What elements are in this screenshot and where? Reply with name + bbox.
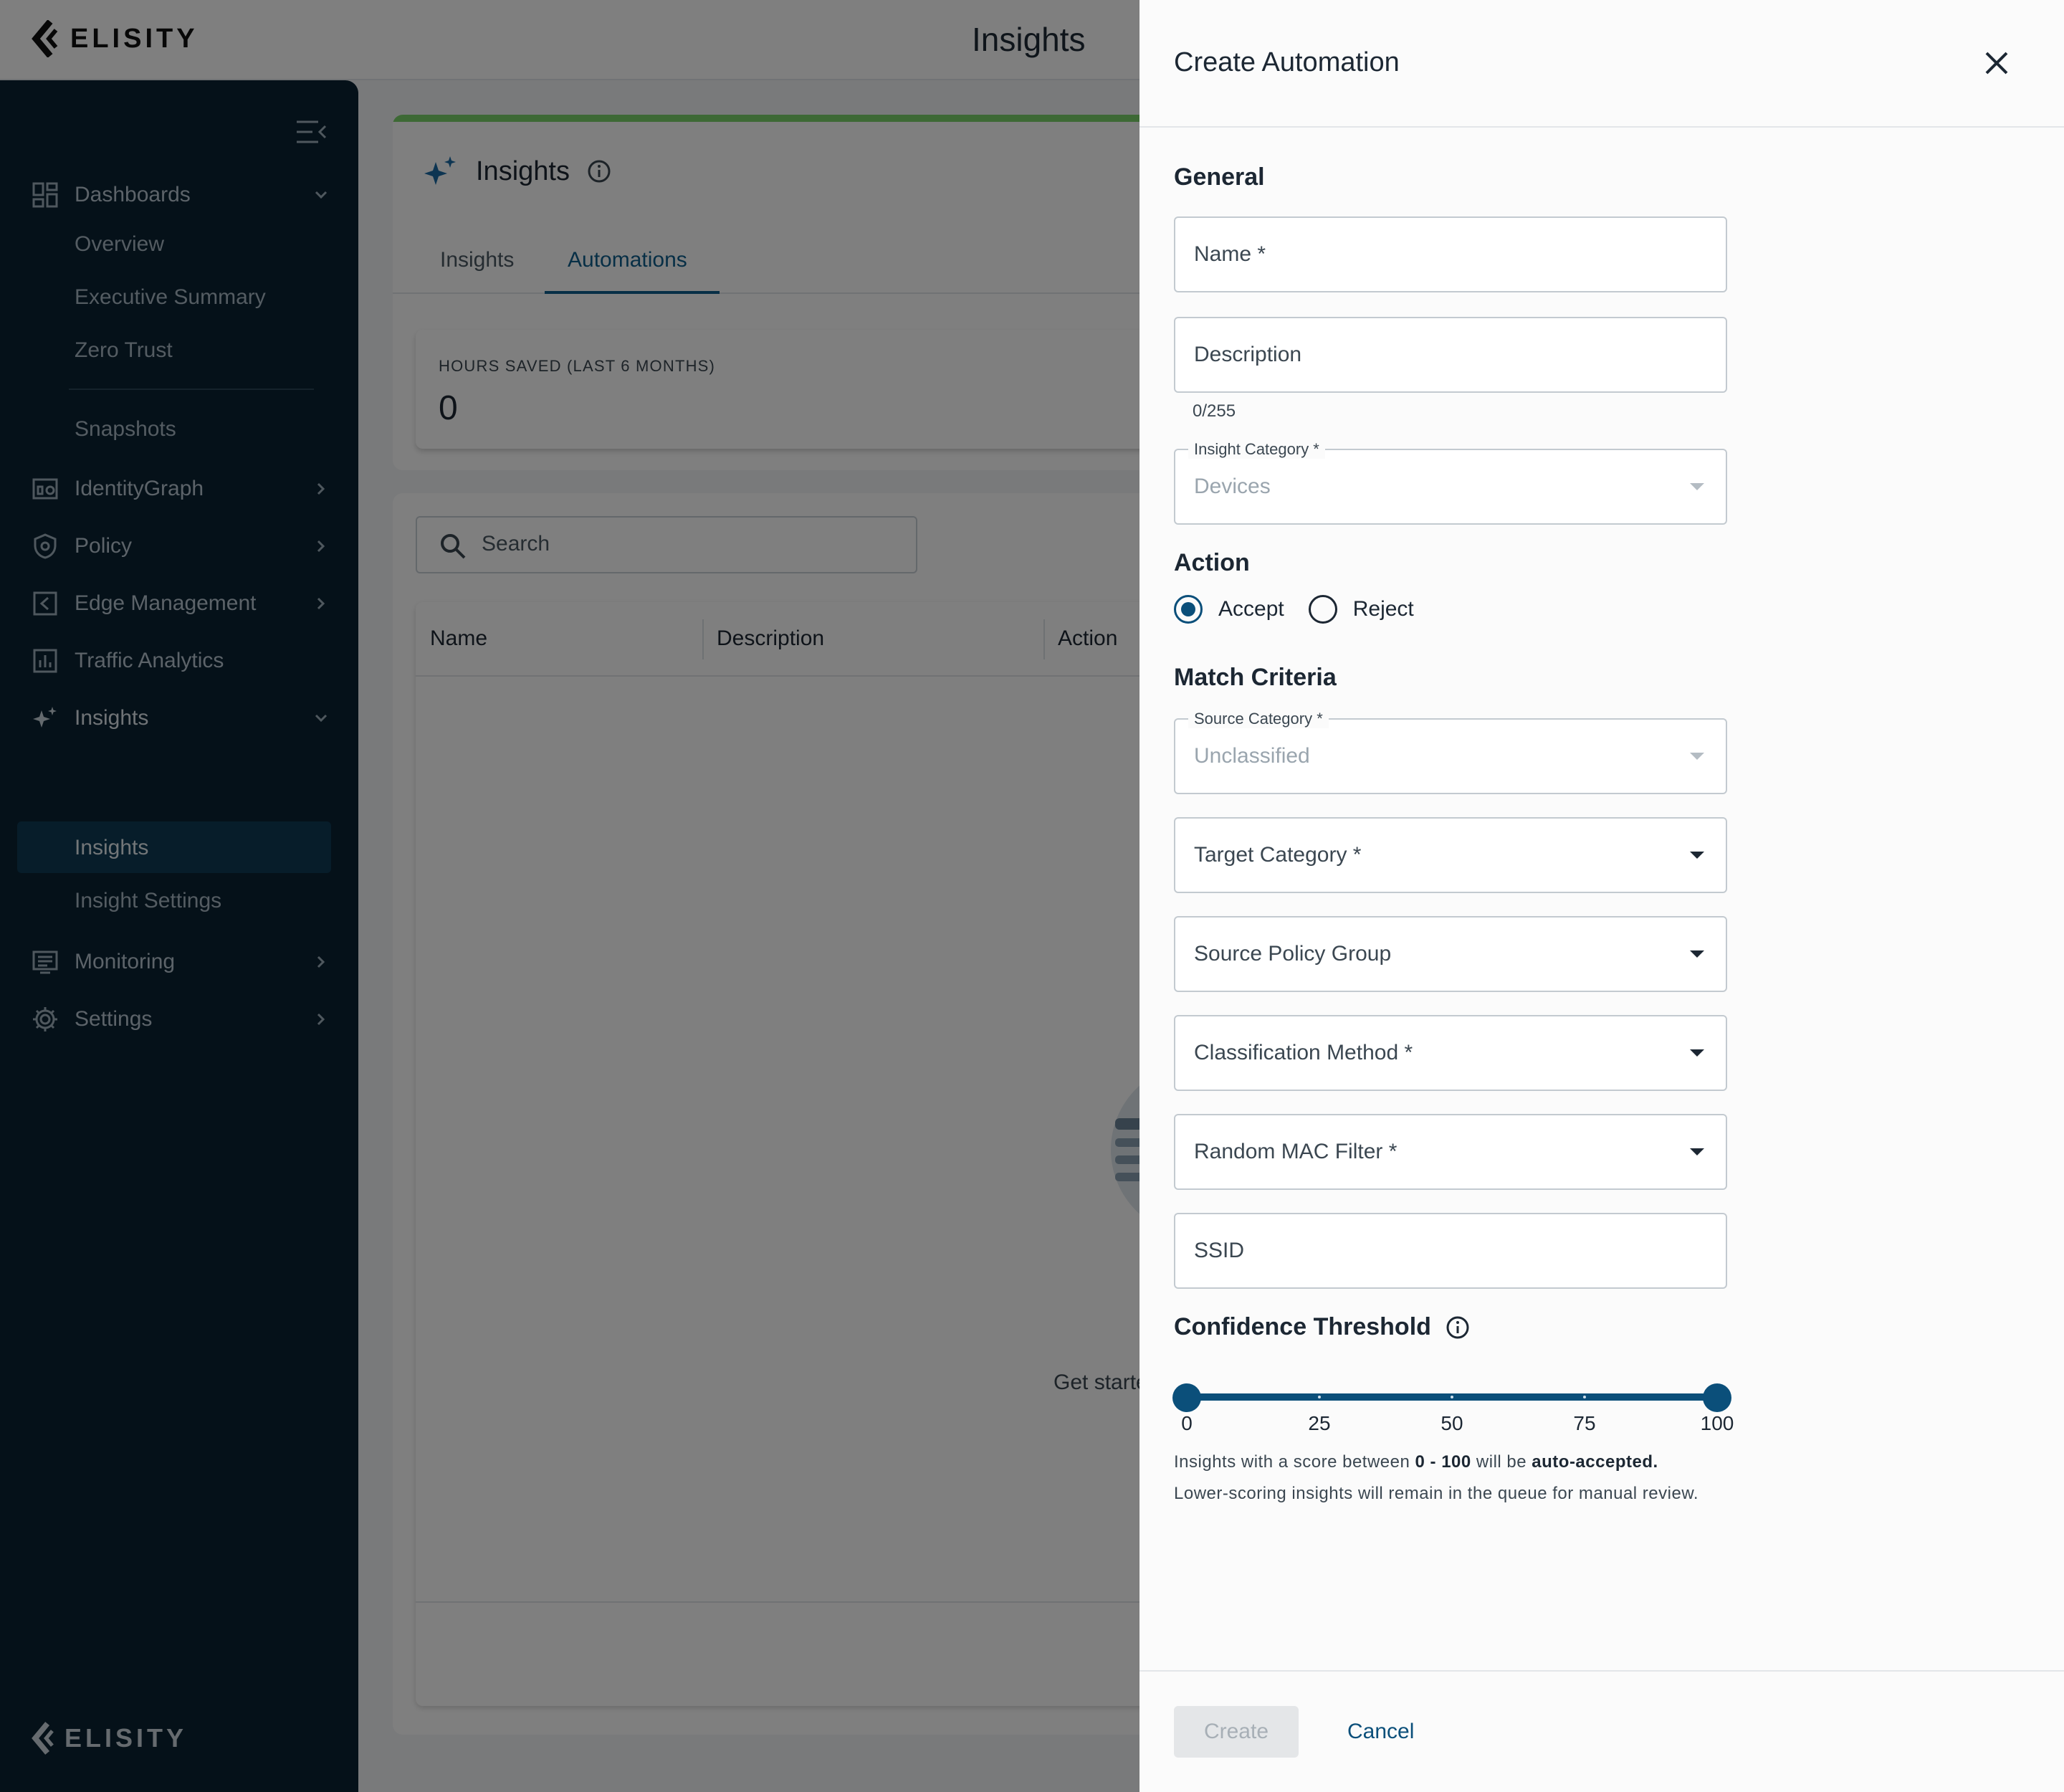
random-mac-filter-placeholder: Random MAC Filter * (1194, 1140, 1398, 1163)
create-button[interactable]: Create (1174, 1706, 1299, 1758)
ssid-placeholder: SSID (1194, 1239, 1245, 1262)
drawer-title: Create Automation (1174, 47, 1400, 77)
source-policy-group-select[interactable]: Source Policy Group (1174, 916, 1727, 992)
insight-category-select: Insight Category * Devices (1174, 440, 1727, 525)
source-category-select: Source Category * Unclassified (1174, 710, 1727, 794)
create-automation-drawer: Create Automation General Name * Descrip… (1140, 0, 2064, 1792)
description-counter: 0/255 (1193, 401, 1236, 421)
chevron-down-icon (1690, 483, 1704, 490)
section-general: General (1174, 163, 1265, 191)
confidence-threshold-title: Confidence Threshold (1174, 1313, 1431, 1340)
classification-method-placeholder: Classification Method * (1194, 1041, 1413, 1064)
slider-thumb-min[interactable] (1172, 1383, 1201, 1412)
help-mid: will be (1476, 1452, 1527, 1472)
source-category-label: Source Category * (1188, 710, 1329, 728)
accept-radio[interactable] (1174, 595, 1203, 624)
reject-label[interactable]: Reject (1353, 597, 1414, 621)
reject-radio[interactable] (1308, 595, 1337, 624)
action-radio-group: Accept Reject (1174, 595, 1414, 624)
random-mac-filter-select[interactable]: Random MAC Filter * (1174, 1114, 1727, 1190)
description-field[interactable]: Description (1174, 317, 1727, 393)
drawer-header: Create Automation (1140, 0, 2064, 128)
chevron-down-icon (1690, 1148, 1704, 1155)
slider-thumb-max[interactable] (1703, 1383, 1731, 1412)
help-bold: auto-accepted. (1532, 1452, 1658, 1472)
section-action: Action (1174, 549, 1250, 576)
name-placeholder: Name * (1194, 242, 1266, 266)
source-policy-group-placeholder: Source Policy Group (1194, 942, 1392, 966)
description-placeholder: Description (1194, 343, 1302, 366)
section-match-criteria: Match Criteria (1174, 664, 1337, 691)
info-icon[interactable] (1446, 1315, 1470, 1340)
confidence-help-text: Insights with a score between 0 - 100 wi… (1174, 1452, 1658, 1472)
section-confidence-threshold: Confidence Threshold (1174, 1313, 1470, 1341)
target-category-select[interactable]: Target Category * (1174, 817, 1727, 893)
insight-category-value: Devices (1194, 475, 1271, 498)
close-icon[interactable] (1982, 49, 2011, 77)
slider-tick-label: 75 (1573, 1412, 1596, 1434)
confidence-help-text-2: Lower-scoring insights will remain in th… (1174, 1484, 1698, 1503)
chevron-down-icon (1690, 852, 1704, 859)
insight-category-label: Insight Category * (1188, 440, 1325, 459)
chevron-down-icon (1690, 753, 1704, 760)
classification-method-select[interactable]: Classification Method * (1174, 1015, 1727, 1091)
target-category-placeholder: Target Category * (1194, 843, 1362, 867)
slider-tick-label: 50 (1440, 1412, 1463, 1434)
slider-tick-mark (1318, 1396, 1321, 1398)
ssid-field[interactable]: SSID (1174, 1213, 1727, 1289)
cancel-button[interactable]: Cancel (1347, 1706, 1414, 1758)
chevron-down-icon (1690, 950, 1704, 958)
slider-tick-label: 25 (1308, 1412, 1331, 1434)
drawer-footer: Create Cancel (1140, 1670, 2064, 1792)
slider-tick-mark (1583, 1396, 1586, 1398)
help-prefix: Insights with a score between (1174, 1452, 1410, 1472)
slider-tick-mark (1451, 1396, 1453, 1398)
name-field[interactable]: Name * (1174, 216, 1727, 292)
chevron-down-icon (1690, 1049, 1704, 1057)
source-category-value: Unclassified (1194, 744, 1310, 768)
slider-tick-label: 0 (1181, 1412, 1193, 1434)
help-range: 0 - 100 (1415, 1452, 1471, 1472)
slider-tick-label: 100 (1700, 1412, 1734, 1434)
accept-label[interactable]: Accept (1218, 597, 1284, 621)
